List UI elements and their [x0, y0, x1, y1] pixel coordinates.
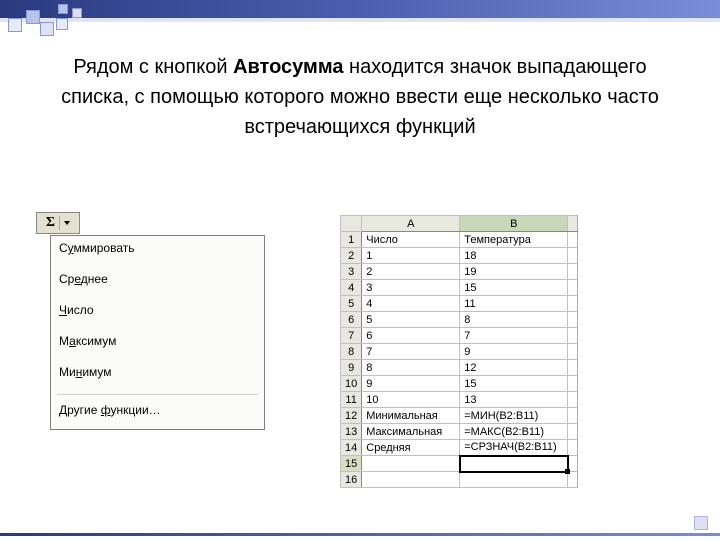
cell[interactable]: 4 — [362, 296, 460, 312]
cell[interactable] — [568, 392, 578, 408]
cell[interactable] — [362, 456, 460, 472]
cell[interactable]: Число — [362, 232, 460, 248]
menu-item[interactable]: Число — [53, 301, 262, 324]
cell[interactable] — [568, 472, 578, 488]
cell[interactable] — [568, 328, 578, 344]
row-header[interactable]: 4 — [341, 280, 362, 296]
row-header[interactable]: 11 — [341, 392, 362, 408]
cell[interactable] — [568, 312, 578, 328]
column-header[interactable]: B — [460, 216, 568, 232]
row-header[interactable]: 1 — [341, 232, 362, 248]
row-header[interactable]: 3 — [341, 264, 362, 280]
cell[interactable]: 11 — [460, 296, 568, 312]
cell[interactable]: 15 — [460, 280, 568, 296]
cell[interactable]: =МАКС(B2:B11) — [460, 424, 568, 440]
cell[interactable]: 7 — [460, 328, 568, 344]
cell[interactable] — [568, 232, 578, 248]
slide-decoration-square — [694, 516, 708, 530]
heading-text-bold: Автосумма — [233, 56, 343, 78]
cell[interactable]: =СРЗНАЧ(B2:B11) — [460, 440, 568, 456]
cell[interactable]: 1 — [362, 248, 460, 264]
cell[interactable] — [568, 440, 578, 456]
cell[interactable]: 5 — [362, 312, 460, 328]
row-header[interactable]: 5 — [341, 296, 362, 312]
cell[interactable] — [460, 456, 568, 472]
sigma-icon: Σ — [46, 215, 55, 231]
autosum-button[interactable]: Σ — [36, 212, 80, 234]
cell[interactable]: Температура — [460, 232, 568, 248]
row-header[interactable]: 2 — [341, 248, 362, 264]
cell[interactable]: 3 — [362, 280, 460, 296]
cell[interactable] — [568, 296, 578, 312]
cell[interactable]: 9 — [460, 344, 568, 360]
row-header[interactable]: 7 — [341, 328, 362, 344]
cell[interactable]: 9 — [362, 376, 460, 392]
cell[interactable] — [568, 248, 578, 264]
row-header[interactable]: 10 — [341, 376, 362, 392]
cell[interactable]: 13 — [460, 392, 568, 408]
cell[interactable] — [568, 424, 578, 440]
row-header[interactable]: 8 — [341, 344, 362, 360]
cell[interactable] — [460, 472, 568, 488]
row-header[interactable]: 14 — [341, 440, 362, 456]
heading-text-pre: Рядом с кнопкой — [73, 56, 233, 78]
slide-heading: Рядом с кнопкой Автосумма находится знач… — [48, 52, 672, 142]
cell[interactable]: Средняя — [362, 440, 460, 456]
cell[interactable] — [568, 264, 578, 280]
spreadsheet: AB1ЧислоТемпература211832194315541165876… — [340, 215, 578, 488]
row-header[interactable]: 15 — [341, 456, 362, 472]
menu-separator — [57, 394, 258, 395]
cell[interactable]: Минимальная — [362, 408, 460, 424]
column-header[interactable] — [568, 216, 578, 232]
row-header[interactable]: 9 — [341, 360, 362, 376]
cell[interactable]: 2 — [362, 264, 460, 280]
cell[interactable] — [568, 376, 578, 392]
cell[interactable]: Максимальная — [362, 424, 460, 440]
column-header[interactable]: A — [362, 216, 460, 232]
menu-item[interactable]: Другие функции… — [53, 401, 262, 424]
cell[interactable] — [568, 408, 578, 424]
row-header[interactable]: 6 — [341, 312, 362, 328]
menu-item[interactable]: Минимум — [53, 363, 262, 386]
cell[interactable] — [568, 360, 578, 376]
menu-item[interactable]: Суммировать — [53, 239, 262, 262]
menu-item[interactable]: Максимум — [53, 332, 262, 355]
chevron-down-icon — [64, 221, 70, 225]
cell[interactable]: 12 — [460, 360, 568, 376]
autosum-dropdown-menu: Суммировать Среднее Число Максимум Минимум Др… — [50, 235, 265, 430]
cell[interactable] — [568, 280, 578, 296]
cell[interactable]: 8 — [362, 360, 460, 376]
cell[interactable]: 10 — [362, 392, 460, 408]
row-header[interactable]: 16 — [341, 472, 362, 488]
slide-decoration-bottom — [0, 533, 720, 536]
row-header[interactable]: 13 — [341, 424, 362, 440]
cell[interactable] — [568, 344, 578, 360]
row-header[interactable]: 12 — [341, 408, 362, 424]
cell[interactable]: 8 — [460, 312, 568, 328]
cell[interactable]: 15 — [460, 376, 568, 392]
cell[interactable]: =МИН(B2:B11) — [460, 408, 568, 424]
cell[interactable]: 19 — [460, 264, 568, 280]
cell[interactable]: 6 — [362, 328, 460, 344]
slide-decoration-top — [0, 0, 720, 44]
cell[interactable] — [362, 472, 460, 488]
menu-item[interactable]: Среднее — [53, 270, 262, 293]
sheet-corner[interactable] — [341, 216, 362, 232]
cell[interactable]: 7 — [362, 344, 460, 360]
cell[interactable]: 18 — [460, 248, 568, 264]
